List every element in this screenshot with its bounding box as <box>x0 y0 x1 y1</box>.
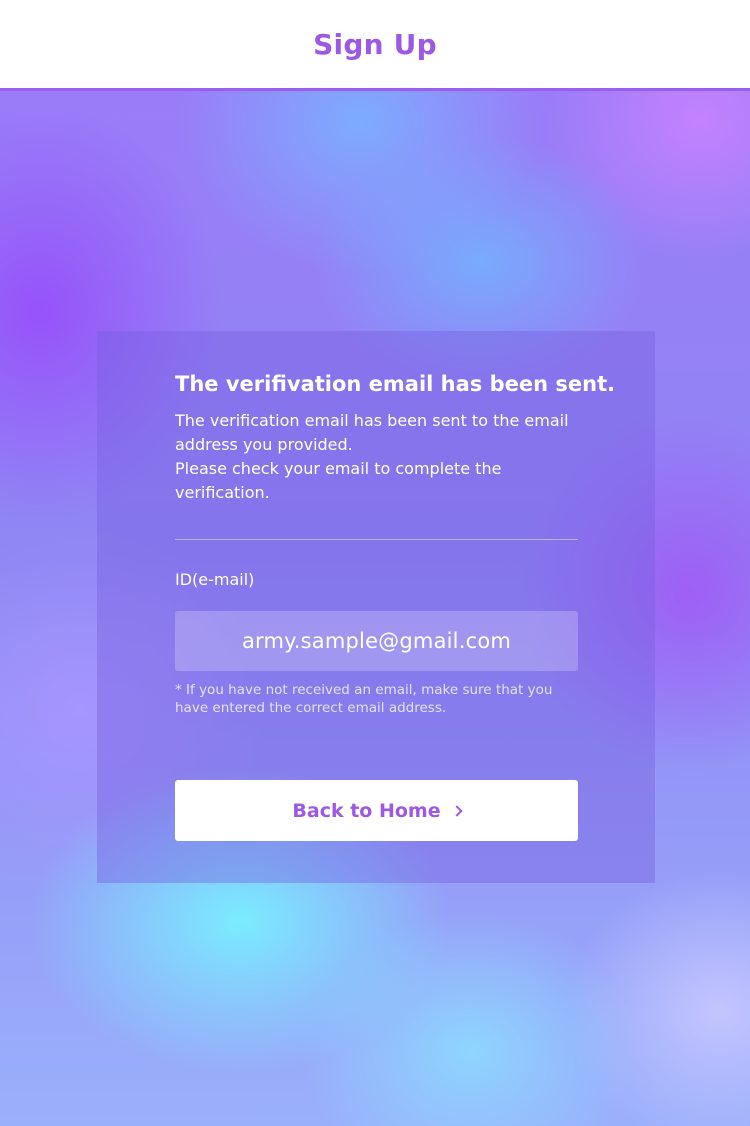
back-to-home-label: Back to Home <box>292 799 441 822</box>
card-description: The verification email has been sent to … <box>175 409 578 505</box>
email-value: army.sample@gmail.com <box>241 629 512 653</box>
card-title: The verifivation email has been sent. <box>175 372 616 396</box>
verification-card: The verifivation email has been sent. Th… <box>97 331 655 883</box>
description-line-2: Please check your email to complete the … <box>175 459 502 502</box>
email-display-field: army.sample@gmail.com <box>175 611 578 671</box>
email-notice: * If you have not received an email, mak… <box>175 682 553 716</box>
card-text-block: The verifivation email has been sent. Th… <box>175 369 616 505</box>
description-line-1: The verification email has been sent to … <box>175 411 569 454</box>
chevron-right-icon <box>450 804 463 817</box>
header: Sign Up <box>0 0 750 88</box>
email-field-label: ID(e-mail) <box>175 570 255 589</box>
back-to-home-button[interactable]: Back to Home <box>175 780 578 841</box>
divider <box>175 539 578 540</box>
page-title: Sign Up <box>313 27 437 61</box>
